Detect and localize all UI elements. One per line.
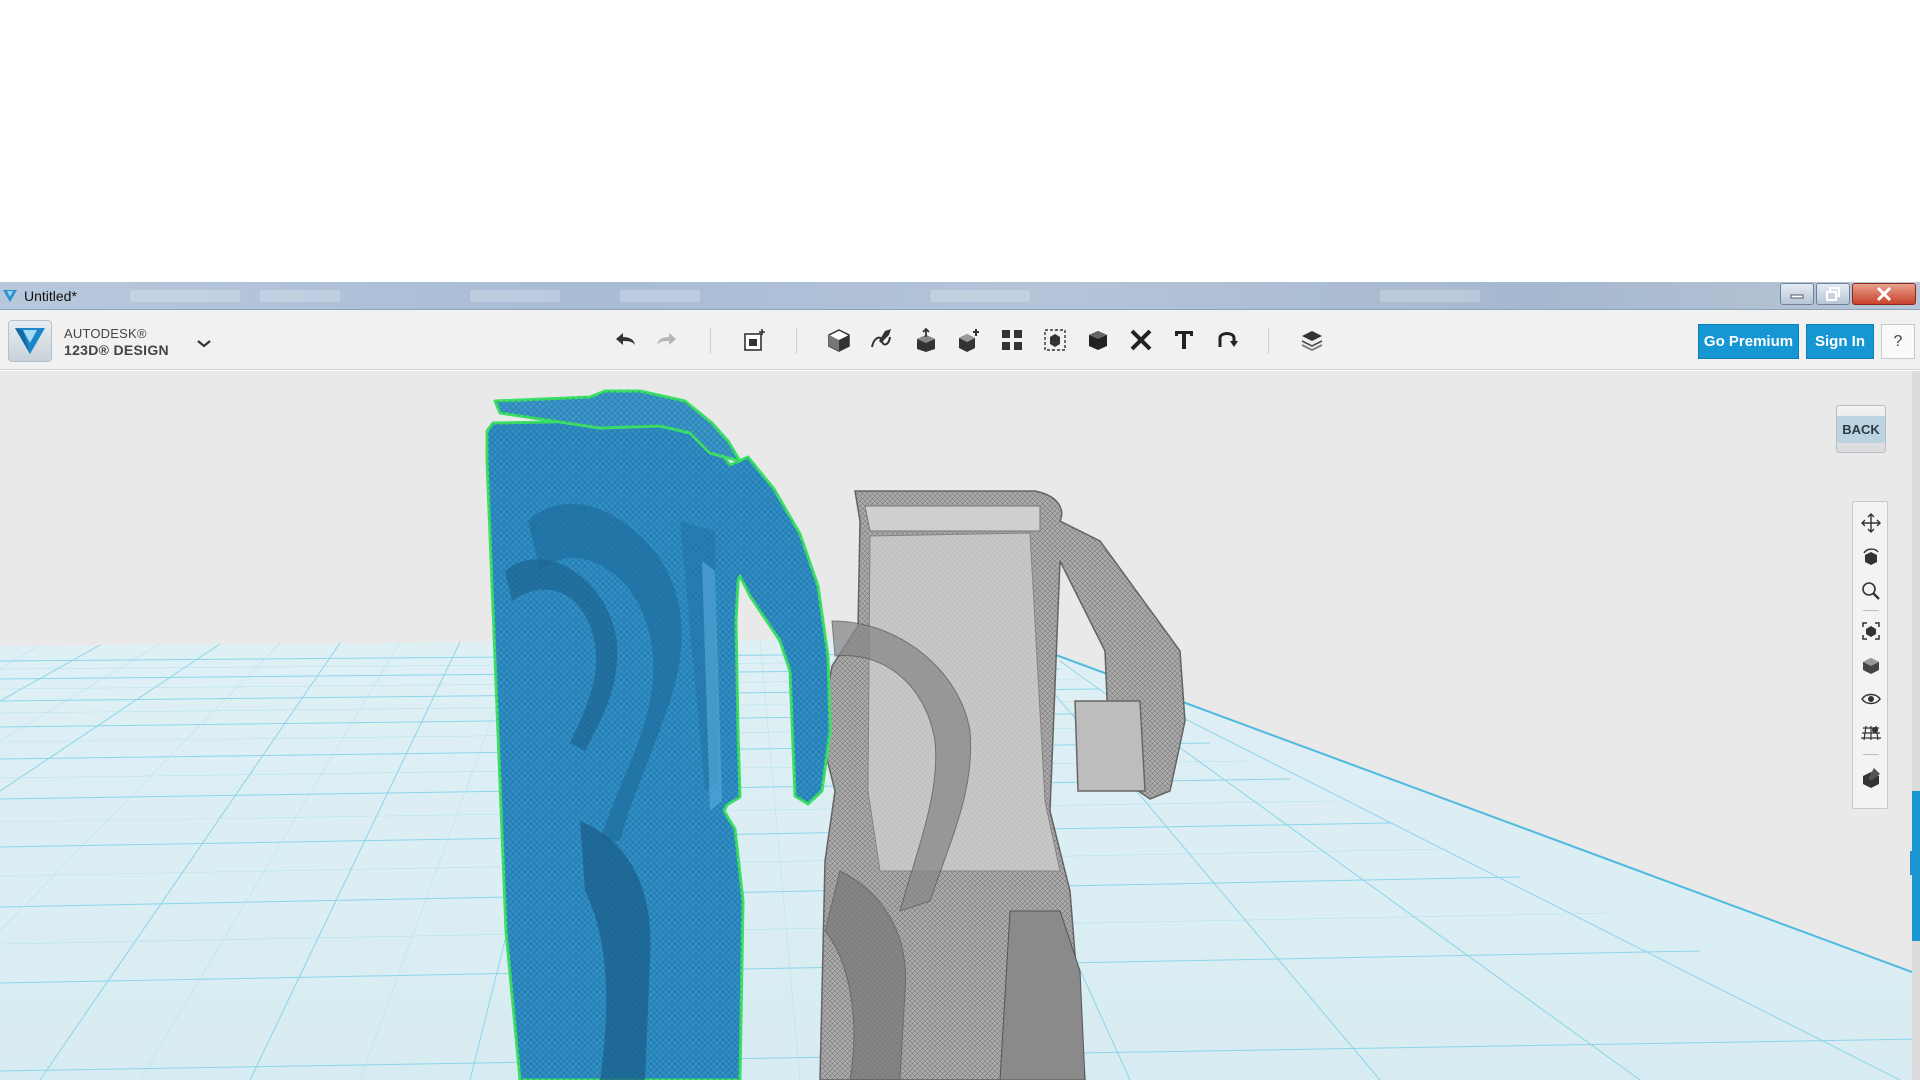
snap-button[interactable] xyxy=(1213,326,1241,354)
primitives-button[interactable] xyxy=(741,326,769,354)
solid-icon xyxy=(1089,331,1107,350)
box-icon xyxy=(828,329,850,352)
app-logo-icon xyxy=(15,328,45,354)
close-icon xyxy=(1876,287,1892,301)
primitives-icon xyxy=(744,329,765,351)
restore-icon xyxy=(1826,287,1840,301)
eye-icon xyxy=(1861,693,1881,705)
fit-button[interactable] xyxy=(1858,618,1884,644)
app-logo-icon xyxy=(3,290,17,302)
snap-icon xyxy=(1218,332,1238,347)
desktop-blank-area xyxy=(0,0,1920,282)
pan-icon xyxy=(1861,513,1881,533)
app-menu-logo[interactable] xyxy=(8,320,52,362)
view-cube-label: BACK xyxy=(1837,415,1885,443)
zoom-button[interactable] xyxy=(1858,578,1884,604)
fit-icon xyxy=(1862,622,1880,640)
pattern-icon xyxy=(1002,330,1022,350)
orbit-button[interactable] xyxy=(1858,544,1884,570)
scene-canvas[interactable] xyxy=(0,371,1920,1080)
background-tab xyxy=(1380,290,1480,302)
undo-button[interactable] xyxy=(611,326,639,354)
visibility-button[interactable] xyxy=(1858,686,1884,712)
nav-separator xyxy=(1863,754,1879,755)
pattern-button[interactable] xyxy=(955,326,983,354)
pan-button[interactable] xyxy=(1858,510,1884,536)
toolbar-separator xyxy=(796,328,797,354)
zoom-icon xyxy=(1862,582,1880,600)
view-icon xyxy=(1863,658,1879,674)
window-title: Untitled* xyxy=(24,288,77,304)
modify-button[interactable] xyxy=(912,326,940,354)
background-tab xyxy=(130,290,240,302)
materials-button[interactable] xyxy=(1298,326,1326,354)
view-cube-face[interactable]: BACK xyxy=(1836,405,1886,453)
background-tab xyxy=(260,290,340,302)
brand-product: 123D® DESIGN xyxy=(64,342,169,358)
view-cube[interactable]: BACK xyxy=(1832,399,1888,457)
right-scrollbar[interactable] xyxy=(1912,371,1920,1080)
toolbar-separator xyxy=(1268,328,1269,354)
3d-viewport[interactable]: BACK xyxy=(0,371,1920,1080)
grid-button[interactable] xyxy=(1858,720,1884,746)
grouping-button[interactable] xyxy=(998,326,1026,354)
combine-button[interactable] xyxy=(1041,326,1069,354)
delete-button[interactable] xyxy=(1127,326,1155,354)
maximize-button[interactable] xyxy=(1816,283,1850,305)
nav-separator xyxy=(1863,610,1879,611)
construct-button[interactable] xyxy=(868,326,896,354)
grid-icon xyxy=(1861,725,1881,741)
window-title-bar: Untitled* xyxy=(0,282,1920,310)
measure-button[interactable] xyxy=(1084,326,1112,354)
undo-icon xyxy=(616,333,635,345)
brand-company: AUTODESK® xyxy=(64,326,147,341)
layers-icon xyxy=(1302,331,1322,351)
go-premium-button[interactable]: Go Premium xyxy=(1698,324,1799,359)
side-panel-tab[interactable] xyxy=(1910,851,1920,875)
minimize-icon xyxy=(1790,294,1804,299)
text-button[interactable] xyxy=(1170,326,1198,354)
sketch-icon xyxy=(871,329,891,348)
add-body-icon xyxy=(959,329,979,352)
text-icon xyxy=(1175,331,1193,349)
sign-in-button[interactable]: Sign In xyxy=(1806,324,1874,359)
materials-icon xyxy=(1863,768,1880,788)
cross-tool-icon xyxy=(1130,329,1152,351)
redo-icon xyxy=(657,333,676,345)
app-toolbar: AUTODESK® 123D® DESIGN Go Premium Sign I… xyxy=(0,310,1920,370)
extrude-icon xyxy=(917,327,935,352)
background-tab xyxy=(930,290,1030,302)
minimize-button[interactable] xyxy=(1780,283,1814,305)
group-icon xyxy=(1044,329,1066,351)
toolbar-separator xyxy=(710,328,711,354)
materials-nav-button[interactable] xyxy=(1858,764,1884,790)
redo-button[interactable] xyxy=(653,326,681,354)
background-tab xyxy=(470,290,560,302)
close-button[interactable] xyxy=(1852,283,1916,305)
chevron-down-icon[interactable] xyxy=(194,336,214,352)
help-button[interactable]: ? xyxy=(1881,324,1915,359)
navigation-bar xyxy=(1852,501,1888,809)
sketch-button[interactable] xyxy=(825,326,853,354)
view-button[interactable] xyxy=(1858,652,1884,678)
background-tab xyxy=(620,290,700,302)
orbit-icon xyxy=(1863,548,1879,565)
